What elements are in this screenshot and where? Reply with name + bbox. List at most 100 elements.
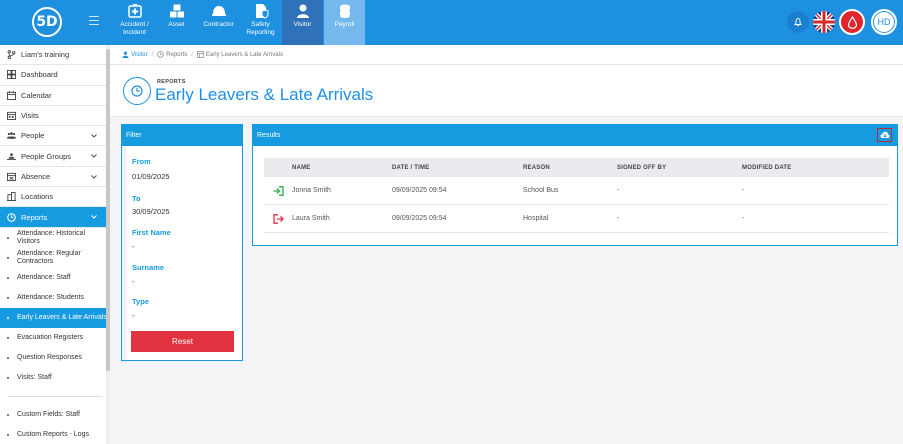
sidebar-subitem-label: Attendance: Regular Contractors — [17, 249, 81, 265]
bell-icon — [794, 18, 802, 27]
sidebar-item-locations[interactable]: Locations — [0, 187, 109, 208]
sidebar-subitem-early-leavers[interactable]: Early Leavers & Late Arrivals — [0, 307, 109, 328]
download-button[interactable] — [877, 128, 892, 142]
coins-icon — [339, 4, 350, 18]
sidebar-subitem-label: Evacuation Registers — [17, 333, 84, 341]
table-icon — [197, 51, 204, 58]
reports-icon — [131, 85, 143, 97]
sidebar-item-calendar[interactable]: Calendar — [0, 86, 109, 106]
sidebar-item-label: Calendar — [21, 90, 52, 100]
module-contractor[interactable]: Contractor — [198, 0, 239, 45]
from-value[interactable]: 01/09/2025 — [132, 172, 170, 181]
bullet-icon — [7, 413, 9, 416]
module-payroll[interactable]: Payroll — [324, 0, 365, 45]
sidebar-subitem-question-responses[interactable]: Question Responses — [0, 348, 109, 368]
cell-modified-date: - — [742, 215, 745, 222]
sidebar-item-reports[interactable]: Reports — [0, 207, 109, 228]
sidebar-subitem-attendance-staff[interactable]: Attendance: Staff — [0, 268, 109, 288]
sidebar-item-label: Dashboard — [21, 70, 58, 80]
sidebar-subitem-historical-visitors[interactable]: Attendance: Historical Visitors — [0, 228, 109, 248]
top-bar: 5D Accident / Incident Asset Contractor … — [0, 0, 903, 45]
breadcrumb-separator: / — [191, 51, 193, 58]
notifications-button[interactable] — [787, 11, 809, 33]
column-header-reason[interactable]: REASON — [523, 165, 617, 171]
table-header: NAME DATE / TIME REASON SIGNED OFF BY MO… — [264, 158, 889, 177]
table-row[interactable]: Jonna Smith 09/09/2025 09:54 School Bus … — [264, 177, 889, 205]
bullet-icon — [7, 316, 9, 319]
module-safety-reporting[interactable]: Safety Reporting — [240, 0, 281, 45]
column-header-name[interactable]: NAME — [292, 165, 392, 171]
module-asset[interactable]: Asset — [156, 0, 197, 45]
user-avatar[interactable]: HD — [871, 9, 897, 35]
sidebar-item-label: Visits — [21, 111, 39, 121]
sidebar-item-label: Locations — [21, 192, 54, 202]
breadcrumb-reports-link[interactable]: Reports — [166, 52, 187, 58]
language-button[interactable] — [813, 11, 835, 33]
page-icon-circle — [123, 77, 151, 105]
sidebar-item-people[interactable]: People — [0, 126, 109, 147]
table-row[interactable]: Laura Smith 09/09/2025 09:54 Hospital - … — [264, 205, 889, 233]
sidebar-item-dashboard[interactable]: Dashboard — [0, 65, 109, 86]
column-header-datetime[interactable]: DATE / TIME — [392, 165, 523, 171]
menu-toggle-icon[interactable] — [89, 16, 99, 26]
sidebar-subitem-custom-fields-staff[interactable]: Custom Fields: Staff — [0, 405, 109, 425]
results-panel: Results NAME DATE / TIME REASON SIGNED O… — [252, 124, 898, 246]
filter-side-strip — [122, 146, 126, 360]
column-header-modified-date[interactable]: MODIFIED DATE — [742, 165, 882, 171]
calendar-icon — [7, 90, 16, 100]
column-header-signed-off-by[interactable]: SIGNED OFF BY — [617, 165, 742, 171]
first-name-value[interactable]: - — [132, 242, 135, 251]
sidebar-item-people-groups[interactable]: People Groups — [0, 146, 109, 167]
sidebar-subitem-evacuation-registers[interactable]: Evacuation Registers — [0, 328, 109, 348]
cell-reason: School Bus — [523, 187, 559, 194]
logo-text: 5D — [36, 14, 58, 30]
app-logo[interactable]: 5D — [32, 7, 62, 37]
dashboard-icon — [7, 70, 16, 80]
sidebar-subitem-regular-contractors[interactable]: Attendance: Regular Contractors — [0, 248, 109, 268]
sidebar-item-liams-training[interactable]: Liam's training — [0, 45, 109, 66]
person-icon — [122, 51, 129, 58]
sidebar-subitem-label: Attendance: Staff — [17, 273, 71, 281]
sidebar-item-label: Liam's training — [21, 50, 70, 60]
cell-signed-off-by: - — [617, 215, 620, 222]
sidebar-subitem-label: Custom Reports - Logs — [17, 430, 89, 438]
sidebar-item-label: Absence — [21, 171, 51, 181]
sidebar-subitem-custom-reports-logs[interactable]: Custom Reports - Logs — [0, 425, 109, 444]
bullet-icon — [7, 296, 9, 299]
module-label: Safety Reporting — [246, 21, 275, 36]
absence-icon — [7, 172, 16, 181]
breadcrumb: Visitor / Reports / Early Leavers & Late… — [110, 45, 903, 65]
bullet-icon — [7, 256, 9, 259]
filter-panel-header: Filter — [122, 125, 242, 146]
sidebar-item-visits[interactable]: Visits — [0, 106, 109, 127]
sidebar-item-label: People Groups — [21, 151, 72, 161]
type-value[interactable]: - — [132, 311, 135, 320]
module-visitor[interactable]: Visitor — [282, 0, 323, 45]
sidebar-subitem-attendance-students[interactable]: Attendance: Students — [0, 288, 109, 308]
from-label: From — [132, 157, 151, 166]
sidebar-subitem-label: Question Responses — [17, 353, 82, 361]
chevron-down-icon — [91, 215, 97, 220]
chevron-down-icon — [91, 154, 97, 159]
sidebar-subitem-visits-staff[interactable]: Visits: Staff — [0, 368, 109, 388]
chevron-down-icon — [91, 174, 97, 179]
surname-label: Surname — [132, 263, 165, 272]
sign-in-icon — [273, 185, 284, 196]
sidebar-subitem-label: Visits: Staff — [17, 373, 52, 381]
emergency-button[interactable] — [839, 9, 865, 35]
module-accident-incident[interactable]: Accident / Incident — [114, 0, 155, 45]
sidebar-item-absence[interactable]: Absence — [0, 167, 109, 188]
module-nav: Accident / Incident Asset Contractor Saf… — [114, 0, 366, 45]
reset-button[interactable]: Reset — [131, 331, 234, 352]
sidebar-subitem-label: Early Leavers & Late Arrivals — [17, 313, 107, 321]
sidebar-divider — [8, 395, 103, 397]
sidebar-item-label: People — [21, 131, 45, 141]
row-type-cell — [264, 213, 292, 224]
cell-reason: Hospital — [523, 215, 549, 222]
to-value[interactable]: 30/09/2025 — [132, 207, 170, 216]
reports-icon — [157, 51, 164, 58]
breadcrumb-visitor-link[interactable]: Visitor — [131, 52, 148, 58]
logo-area: 5D — [0, 0, 106, 45]
module-label: Accident / Incident — [120, 21, 149, 36]
surname-value[interactable]: - — [132, 277, 135, 286]
